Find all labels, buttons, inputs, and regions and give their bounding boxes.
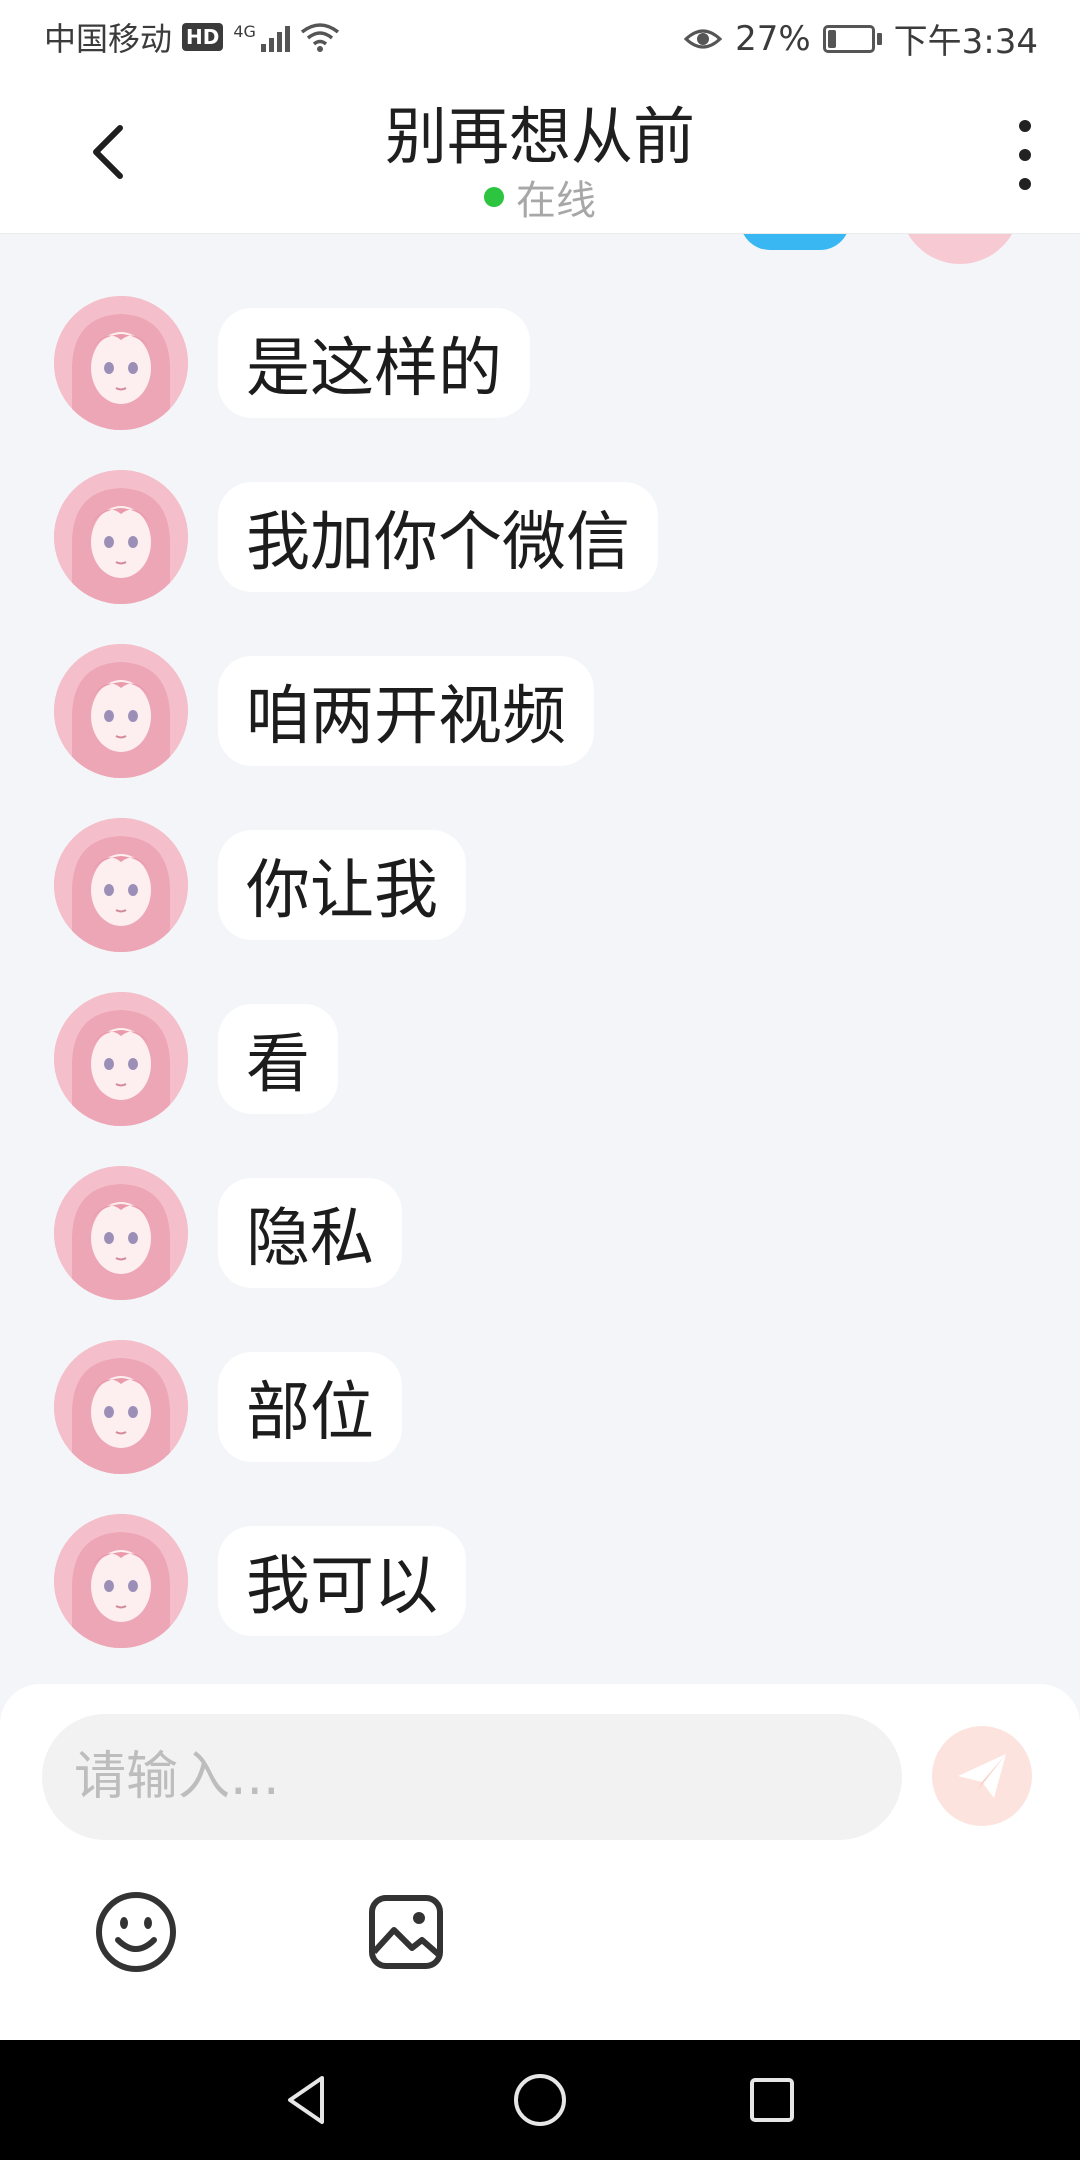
emoji-button[interactable] [94, 1890, 178, 1974]
avatar[interactable] [54, 1340, 188, 1474]
status-left: 中国移动 HD 4G [44, 14, 340, 60]
message-bubble[interactable]: 看 [218, 1004, 338, 1114]
carrier-name: 中国移动 [44, 20, 173, 58]
avatar[interactable] [54, 296, 188, 430]
message-row: 咱两开视频 [54, 644, 594, 778]
nav-back-button[interactable] [278, 2070, 338, 2130]
avatar[interactable] [54, 1514, 188, 1648]
nav-home-button[interactable] [510, 2070, 570, 2130]
image-button[interactable] [364, 1890, 448, 1974]
more-dot [1019, 178, 1031, 190]
battery-percent: 27% [735, 18, 811, 59]
message-row: 隐私 [54, 1166, 402, 1300]
chat-header: 别再想从前 在线 [0, 72, 1080, 234]
avatar[interactable] [54, 992, 188, 1126]
message-bubble[interactable]: 咱两开视频 [218, 656, 594, 766]
own-avatar [900, 234, 1020, 264]
message-bubble[interactable]: 部位 [218, 1352, 402, 1462]
message-bubble[interactable]: 你让我 [218, 830, 466, 940]
message-row: 我可以 [54, 1514, 466, 1648]
message-bubble[interactable]: 我加你个微信 [218, 482, 658, 592]
avatar[interactable] [54, 644, 188, 778]
input-panel [0, 1684, 1080, 2040]
more-vertical-icon [1019, 120, 1031, 132]
signal-icon: 4G [233, 22, 290, 52]
message-row: 是这样的 [54, 296, 530, 430]
battery-icon [822, 24, 882, 53]
eye-icon [683, 29, 723, 48]
message-row: 你让我 [54, 818, 466, 952]
contact-name: 别再想从前 [384, 100, 695, 173]
message-list[interactable]: 是这样的我加你个微信咱两开视频你让我看隐私部位我可以 3 [0, 234, 1080, 1684]
image-icon [369, 1895, 443, 1969]
square-recents-icon [750, 2078, 794, 2122]
send-button[interactable] [932, 1726, 1032, 1826]
avatar[interactable] [54, 470, 188, 604]
circle-home-icon [514, 2074, 566, 2126]
status-right: 27% 下午3:34 [683, 14, 1038, 63]
chat-screen: 中国移动 HD 4G 27% 下午3:34 别再想从前 在线 是这样的 我加你个… [0, 0, 1080, 2160]
wifi-icon [300, 23, 340, 52]
message-row: 部位 [54, 1340, 402, 1474]
more-dot [1019, 149, 1031, 161]
hd-badge: HD [182, 23, 224, 51]
status-time: 下午3:34 [893, 22, 1038, 62]
online-status-text: 在线 [516, 178, 596, 224]
message-bubble[interactable]: 我可以 [218, 1526, 466, 1636]
paper-plane-icon [958, 1754, 1006, 1798]
message-bubble[interactable]: 是这样的 [218, 308, 530, 418]
online-status: 在线 [0, 168, 1080, 226]
network-type: 4G [233, 22, 256, 41]
message-input[interactable] [42, 1714, 902, 1840]
avatar[interactable] [54, 1166, 188, 1300]
message-row: 我加你个微信 [54, 470, 658, 604]
nav-recents-button[interactable] [742, 2070, 802, 2130]
avatar[interactable] [54, 818, 188, 952]
more-options-button[interactable] [1010, 120, 1040, 190]
smiley-icon [96, 1892, 176, 1972]
previous-outgoing-bubble [740, 234, 850, 250]
status-bar: 中国移动 HD 4G 27% 下午3:34 [0, 0, 1080, 72]
message-row: 看 [54, 992, 338, 1126]
system-nav-bar [0, 2040, 1080, 2160]
triangle-back-icon [288, 2076, 324, 2124]
online-dot-icon [484, 187, 504, 207]
message-bubble[interactable]: 隐私 [218, 1178, 402, 1288]
